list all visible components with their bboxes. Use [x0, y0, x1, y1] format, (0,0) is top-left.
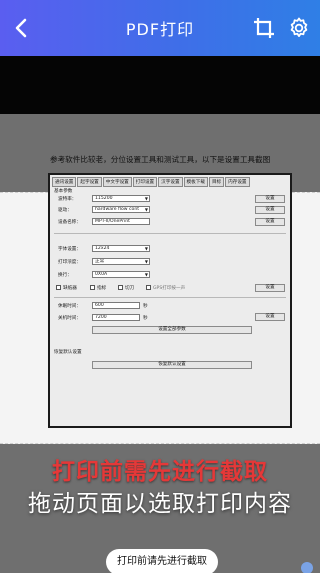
- checkbox-label: 切刀: [125, 286, 135, 291]
- dialog-tab: 打印设置: [132, 177, 158, 187]
- dialog-tabs: 通讯设置 起字设置 中文字设置 打印设置 汉字设置 模板下载 目标 内存设置: [52, 177, 251, 187]
- sleep-field: 600: [92, 302, 140, 309]
- dialog-tab: 中文字设置: [102, 177, 132, 187]
- sleep-label: 休眠时间：: [58, 304, 81, 309]
- restore-button: 恢复默认设置: [92, 361, 252, 369]
- crop-hint-secondary: 拖动页面以选取打印内容: [28, 491, 292, 517]
- dialog-set-button: 设置: [255, 195, 285, 203]
- divider: [54, 233, 286, 234]
- linefeed-label: 换行：: [58, 273, 72, 278]
- document-caption: 参考软件比较老，分位设置工具和测试工具，以下是设置工具截图: [50, 155, 271, 164]
- checkbox: [56, 285, 61, 290]
- device-field: MPT-II/OnePrint: [92, 218, 150, 225]
- off-label: 关机时间：: [58, 316, 81, 321]
- unit-label: 秒: [143, 316, 148, 321]
- checkbox-label: 缺纸器: [63, 286, 77, 291]
- set-all-button: 设置全部参数: [92, 326, 252, 334]
- font-select: 12x24 ▼: [92, 245, 150, 252]
- dialog-set-button: 设置: [255, 206, 285, 214]
- checkbox: [90, 285, 95, 290]
- baud-label: 波特率：: [58, 197, 77, 202]
- dialog-set-button: 设置: [255, 313, 285, 321]
- preview-top-margin: [0, 56, 320, 114]
- driver-select: hardware flow cont ▼: [92, 206, 150, 213]
- checkbox-label: 指标: [97, 286, 107, 291]
- driver-label: 驱动：: [58, 208, 72, 213]
- divider: [54, 297, 286, 298]
- page-title: PDF打印: [125, 20, 195, 39]
- checkbox-label: GPS打印按一声: [153, 286, 186, 291]
- dialog-tab: 汉字设置: [158, 177, 183, 187]
- floating-dot: [301, 562, 313, 573]
- toast-message: 打印前请先进行截取: [106, 549, 218, 573]
- top-app-bar: PDF打印: [0, 0, 320, 56]
- dialog-tab: 模板下载: [183, 177, 208, 187]
- density-label: 打印浓度：: [58, 260, 81, 265]
- dialog-tab: 通讯设置: [52, 177, 77, 187]
- baud-select: 115200 ▼: [92, 195, 150, 202]
- dialog-tab: 内存设置: [225, 177, 250, 187]
- density-select: 正常 ▼: [92, 258, 150, 265]
- gear-icon[interactable]: [287, 16, 311, 40]
- linefeed-select: 0X0A ▼: [92, 271, 150, 278]
- chevron-left-icon[interactable]: [10, 16, 34, 40]
- dialog-tab: 起字设置: [77, 177, 102, 187]
- off-field: 7200: [92, 314, 140, 321]
- dialog-set-button: 设置: [255, 284, 285, 292]
- checkbox: [118, 285, 123, 290]
- restore-group-label: 恢复默认设置: [54, 350, 82, 355]
- font-label: 字体设置：: [58, 247, 81, 252]
- crop-hint-primary: 打印前需先进行截取: [52, 459, 268, 485]
- dialog-set-button: 设置: [255, 218, 285, 226]
- group-label: 基本参数: [54, 189, 73, 194]
- dialog-tab: 目标: [208, 177, 225, 187]
- device-label: 设备名称：: [58, 220, 81, 225]
- unit-label: 秒: [143, 304, 148, 309]
- crop-icon[interactable]: [253, 17, 275, 39]
- checkbox: [146, 285, 151, 290]
- settings-dialog-screenshot: 通讯设置 起字设置 中文字设置 打印设置 汉字设置 模板下载 目标 内存设置 基…: [48, 173, 292, 428]
